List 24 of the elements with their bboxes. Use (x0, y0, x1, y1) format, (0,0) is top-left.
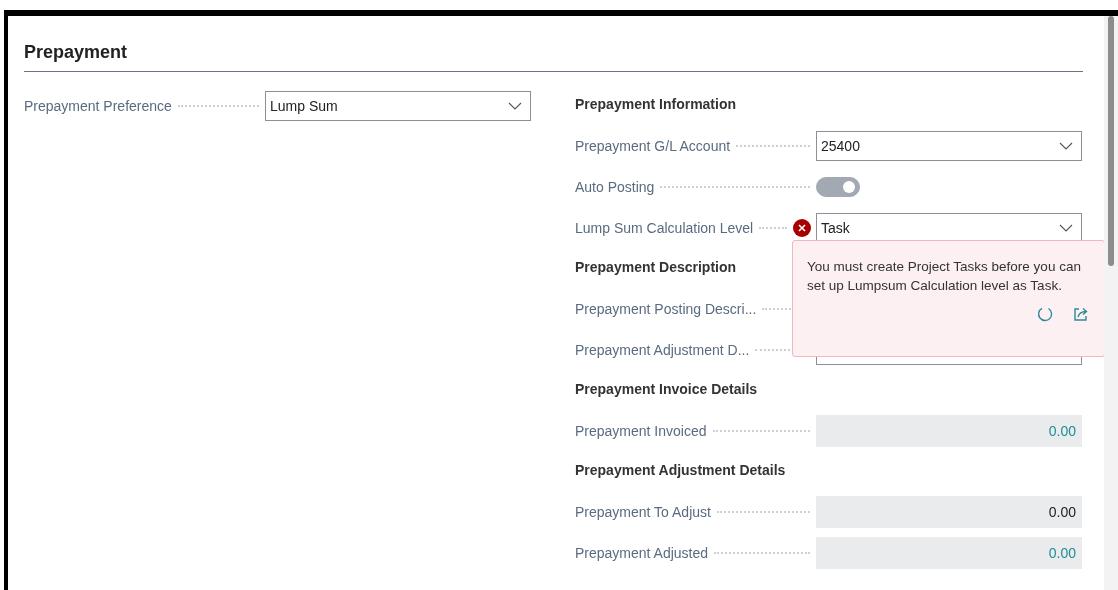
dropdown-field[interactable]: Lump Sum (265, 91, 531, 121)
field-label: Prepayment Adjustment D... (575, 342, 750, 358)
group-heading: Prepayment Invoice Details (575, 380, 758, 399)
group-heading: Prepayment Information (575, 95, 737, 114)
field-label: Prepayment Adjusted (575, 545, 709, 561)
chevron-down-icon (1059, 142, 1073, 150)
refresh-icon[interactable] (1036, 305, 1054, 323)
field-label: Prepayment Preference (24, 98, 172, 114)
chevron-down-icon (508, 102, 522, 110)
group-heading: Prepayment Description (575, 258, 737, 277)
dropdown-field[interactable]: 25400 (816, 131, 1082, 161)
field-label: Prepayment To Adjust (575, 504, 711, 520)
field-label: Prepayment Posting Descri... (575, 301, 757, 317)
scrollbar[interactable] (1104, 16, 1118, 590)
error-message: You must create Project Tasks before you can set up Lumpsum Calculation level as Task. (807, 258, 1082, 295)
field-label: Lump Sum Calculation Level (575, 220, 754, 236)
section-title: Prepayment (24, 16, 1083, 72)
field-label: Auto Posting (575, 179, 655, 195)
chevron-down-icon (1059, 224, 1073, 232)
field-label: Prepayment G/L Account (575, 138, 731, 154)
field-label: Prepayment Invoiced (575, 423, 707, 439)
share-icon[interactable] (1072, 305, 1090, 323)
group-heading: Prepayment Adjustment Details (575, 461, 786, 480)
value-text: 0.00 (1048, 504, 1076, 520)
